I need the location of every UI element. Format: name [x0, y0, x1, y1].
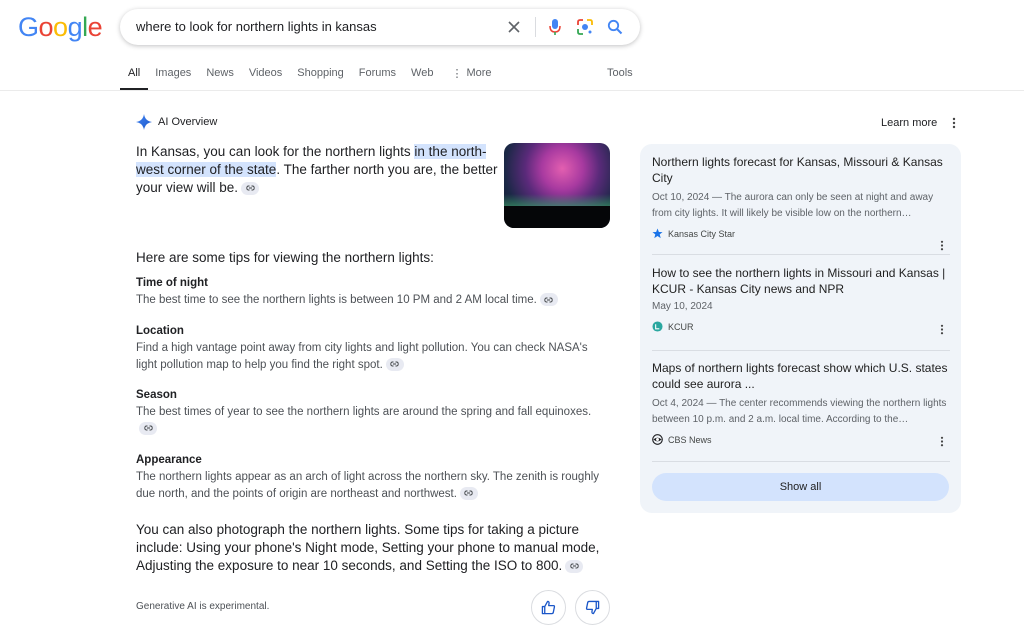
source-link-icon[interactable] — [139, 421, 157, 435]
source-site-name: Kansas City Star — [668, 228, 736, 239]
sources-panel: Northern lights forecast for Kansas, Mis… — [640, 144, 961, 513]
kcur-icon — [652, 321, 663, 332]
tip-heading: Appearance — [136, 454, 202, 466]
microphone-icon[interactable] — [544, 16, 566, 38]
search-input[interactable]: where to look for northern lights in kan… — [136, 19, 377, 34]
tip-season: Season The best times of year to see the… — [136, 389, 611, 437]
source-link-icon[interactable] — [385, 357, 404, 371]
thumbs-down-button[interactable] — [575, 590, 610, 625]
source-link-icon[interactable] — [539, 293, 558, 307]
source-link-icon[interactable] — [241, 181, 260, 195]
gemini-sparkle-icon — [136, 114, 152, 130]
ai-overview-header: AI Overview — [136, 114, 217, 130]
search-box[interactable]: where to look for northern lights in kan… — [120, 9, 640, 45]
tab-all[interactable]: All — [119, 58, 149, 90]
source-divider — [652, 350, 950, 351]
tab-images[interactable]: Images — [155, 58, 191, 90]
northern-lights-image[interactable] — [504, 143, 610, 228]
header-divider — [0, 90, 1024, 91]
source-divider — [652, 461, 950, 462]
more-options-icon[interactable] — [950, 116, 958, 134]
tip-text: The best times of year to see the northe… — [136, 406, 592, 418]
source-title[interactable]: Northern lights forecast for Kansas, Mis… — [652, 155, 950, 186]
tab-web[interactable]: Web — [411, 58, 433, 90]
search-divider — [535, 17, 536, 37]
cbs-eye-icon — [652, 434, 663, 445]
tip-text: The northern lights appear as an arch of… — [136, 471, 600, 500]
source-site-name: CBS News — [668, 434, 712, 445]
thumbs-down-icon — [585, 600, 600, 615]
source-snippet: Oct 4, 2024 — The center recommends view… — [652, 398, 947, 425]
source-title[interactable]: How to see the northern lights in Missou… — [652, 266, 950, 297]
tab-videos[interactable]: Videos — [249, 58, 282, 90]
tab-more[interactable]: ⋮ More — [451, 58, 491, 90]
thumbs-up-button[interactable] — [531, 590, 566, 625]
tab-news[interactable]: News — [206, 58, 234, 90]
source-link-icon[interactable] — [459, 486, 478, 500]
tab-shopping[interactable]: Shopping — [297, 58, 344, 90]
tab-forums[interactable]: Forums — [359, 58, 396, 90]
tip-text: Find a high vantage point away from city… — [136, 342, 588, 371]
tip-heading: Location — [136, 325, 184, 337]
source-card[interactable]: Northern lights forecast for Kansas, Mis… — [652, 155, 950, 251]
tips-heading: Here are some tips for viewing the north… — [136, 250, 434, 265]
source-card[interactable]: How to see the northern lights in Missou… — [652, 266, 950, 335]
show-all-button[interactable]: Show all — [652, 473, 949, 501]
tip-text: The best time to see the northern lights… — [136, 294, 537, 306]
source-date: May 10, 2024 — [652, 301, 713, 312]
source-snippet: Oct 10, 2024 — The aurora can only be se… — [652, 192, 934, 219]
source-more-options-icon[interactable] — [939, 434, 945, 452]
source-site-name: KCUR — [668, 321, 694, 332]
source-card[interactable]: Maps of northern lights forecast show wh… — [652, 361, 950, 447]
search-tabs: All Images News Videos Shopping Forums W… — [119, 58, 507, 90]
source-more-options-icon[interactable] — [939, 322, 945, 340]
tools-button[interactable]: Tools — [607, 67, 633, 79]
tip-location: Location Find a high vantage point away … — [136, 325, 611, 373]
search-icon[interactable] — [604, 16, 626, 38]
star-icon — [652, 228, 663, 239]
source-link-icon[interactable] — [565, 559, 584, 573]
thumbs-up-icon — [541, 600, 556, 615]
tip-appearance: Appearance The northern lights appear as… — [136, 454, 611, 502]
tip-heading: Time of night — [136, 277, 208, 289]
more-dots-icon: ⋮ — [451, 68, 463, 80]
source-divider — [652, 254, 950, 255]
ai-intro-paragraph: In Kansas, you can look for the northern… — [136, 144, 498, 195]
ai-overview-title: AI Overview — [158, 116, 218, 128]
learn-more-link[interactable]: Learn more — [881, 117, 937, 129]
source-title[interactable]: Maps of northern lights forecast show wh… — [652, 361, 950, 392]
close-icon[interactable] — [503, 16, 525, 38]
tab-more-label: More — [466, 67, 492, 79]
tip-heading: Season — [136, 389, 177, 401]
photo-tips-paragraph: You can also photograph the northern lig… — [136, 522, 600, 573]
tip-time-of-night: Time of night The best time to see the n… — [136, 277, 611, 309]
generative-ai-disclaimer: Generative AI is experimental. — [136, 601, 270, 612]
google-logo[interactable]: Google — [18, 12, 103, 43]
google-lens-icon[interactable] — [574, 16, 596, 38]
